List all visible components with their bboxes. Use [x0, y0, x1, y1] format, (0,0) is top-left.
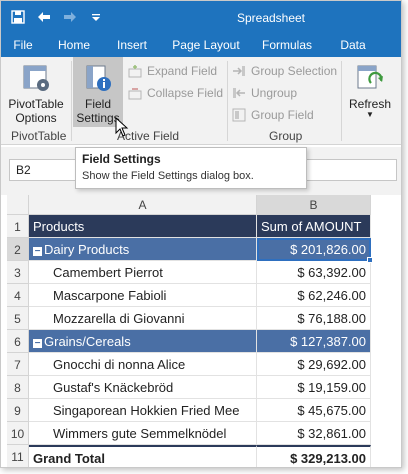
- expand-field-button[interactable]: Expand Field: [127, 61, 217, 81]
- refresh-label: Refresh: [348, 97, 392, 111]
- tab-page-layout[interactable]: Page Layout: [161, 35, 251, 57]
- group-label-group: Group: [269, 129, 303, 143]
- item-label-cell[interactable]: Wimmers gute Semmelknödel: [29, 422, 257, 445]
- collapse-field-label: Collapse Field: [147, 86, 224, 100]
- pivot-value-header[interactable]: Sum of AMOUNT: [257, 215, 371, 238]
- row-header[interactable]: 1: [7, 215, 29, 238]
- column-header-a[interactable]: A: [29, 195, 257, 215]
- grand-total-label[interactable]: Grand Total: [29, 445, 257, 467]
- row-header[interactable]: 5: [7, 307, 29, 330]
- select-all-corner[interactable]: [7, 195, 29, 215]
- field-settings-label: Field Settings: [76, 97, 120, 125]
- row-header[interactable]: 10: [7, 422, 29, 445]
- tab-insert[interactable]: Insert: [103, 35, 161, 57]
- item-label-cell[interactable]: Camembert Pierrot: [29, 261, 257, 284]
- refresh-button[interactable]: Refresh ▼: [345, 57, 395, 127]
- pivottable-options-label: PivotTable Options: [8, 97, 64, 125]
- collapse-icon[interactable]: −: [33, 339, 42, 349]
- tab-data[interactable]: Data: [323, 35, 383, 57]
- item-value-cell[interactable]: $ 76,188.00: [257, 307, 371, 330]
- ribbon-separator: [341, 61, 342, 141]
- collapse-icon[interactable]: −: [33, 247, 42, 257]
- item-value-cell[interactable]: $ 29,692.00: [257, 353, 371, 376]
- ribbon-tabs: File Home Insert Page Layout Formulas Da…: [1, 35, 401, 57]
- row-header[interactable]: 9: [7, 399, 29, 422]
- worksheet-grid: A B 1 Products ▼ Sum of AMOUNT 2 −Dairy …: [1, 195, 401, 467]
- tab-file[interactable]: File: [1, 35, 45, 57]
- group-label-pivottable: PivotTable: [11, 129, 67, 143]
- item-value-cell[interactable]: $ 62,246.00: [257, 284, 371, 307]
- ungroup-button[interactable]: Ungroup: [231, 83, 297, 103]
- item-label-cell[interactable]: Singaporean Hokkien Fried Mee: [29, 399, 257, 422]
- expand-field-label: Expand Field: [147, 64, 218, 78]
- item-label-cell[interactable]: Mozzarella di Giovanni: [29, 307, 257, 330]
- pivottable-options-button[interactable]: PivotTable Options: [5, 57, 67, 127]
- group-value-cell[interactable]: $ 201,826.00: [257, 238, 371, 261]
- ribbon-separator: [227, 61, 228, 141]
- group-field-icon: [231, 107, 247, 123]
- row-header[interactable]: 2: [7, 238, 29, 261]
- refresh-dropdown-icon[interactable]: ▼: [345, 111, 395, 119]
- collapse-field-button[interactable]: Collapse Field: [127, 83, 223, 103]
- row-header[interactable]: 6: [7, 330, 29, 353]
- item-value-cell[interactable]: $ 45,675.00: [257, 399, 371, 422]
- tab-home[interactable]: Home: [45, 35, 103, 57]
- expand-field-icon: [127, 63, 143, 79]
- group-label-text: Dairy Products: [44, 242, 130, 257]
- row-label-text: Products: [33, 219, 85, 234]
- row-header[interactable]: 7: [7, 353, 29, 376]
- pivot-row-label-header[interactable]: Products ▼: [29, 215, 257, 238]
- ribbon: PivotTable Options PivotTable Field Sett…: [1, 57, 401, 145]
- tab-formulas[interactable]: Formulas: [251, 35, 323, 57]
- pivot-options-icon: [21, 63, 51, 93]
- field-settings-tooltip: Field Settings Show the Field Settings d…: [75, 147, 307, 189]
- row-header[interactable]: 3: [7, 261, 29, 284]
- group-selection-label: Group Selection: [251, 64, 338, 78]
- mouse-cursor-icon: [115, 116, 129, 140]
- group-selection-icon: [231, 63, 247, 79]
- item-label-cell[interactable]: Gnocchi di nonna Alice: [29, 353, 257, 376]
- ribbon-separator: [71, 61, 72, 141]
- column-header-b[interactable]: B: [257, 195, 371, 215]
- ungroup-icon: [231, 85, 247, 101]
- ungroup-label: Ungroup: [251, 86, 298, 100]
- item-value-cell[interactable]: $ 32,861.00: [257, 422, 371, 445]
- group-label-text: Grains/Cereals: [44, 334, 131, 349]
- group-field-button[interactable]: Group Field: [231, 105, 314, 125]
- tooltip-text: Show the Field Settings dialog box.: [82, 170, 254, 182]
- item-value-cell[interactable]: $ 63,392.00: [257, 261, 371, 284]
- group-selection-button[interactable]: Group Selection: [231, 61, 337, 81]
- row-header[interactable]: 4: [7, 284, 29, 307]
- group-label-cell[interactable]: − Grains/Cereals: [29, 330, 257, 353]
- tooltip-title: Field Settings: [82, 152, 161, 166]
- refresh-icon: [355, 63, 385, 93]
- item-label-cell[interactable]: Gustaf's Knäckebröd: [29, 376, 257, 399]
- spreadsheet-window: Spreadsheet File Home Insert Page Layout…: [0, 0, 402, 468]
- group-label-cell[interactable]: − Dairy Products: [29, 238, 257, 261]
- group-field-label: Group Field: [251, 108, 314, 122]
- item-value-cell[interactable]: $ 19,159.00: [257, 376, 371, 399]
- collapse-field-icon: [127, 85, 143, 101]
- title-bar: Spreadsheet: [1, 1, 401, 35]
- grand-total-value[interactable]: $ 329,213.00: [257, 445, 371, 467]
- field-settings-icon: [83, 63, 113, 93]
- window-title: Spreadsheet: [236, 11, 306, 25]
- item-label-cell[interactable]: Mascarpone Fabioli: [29, 284, 257, 307]
- row-header[interactable]: 11: [7, 445, 29, 467]
- group-value-cell[interactable]: $ 127,387.00: [257, 330, 371, 353]
- row-header[interactable]: 8: [7, 376, 29, 399]
